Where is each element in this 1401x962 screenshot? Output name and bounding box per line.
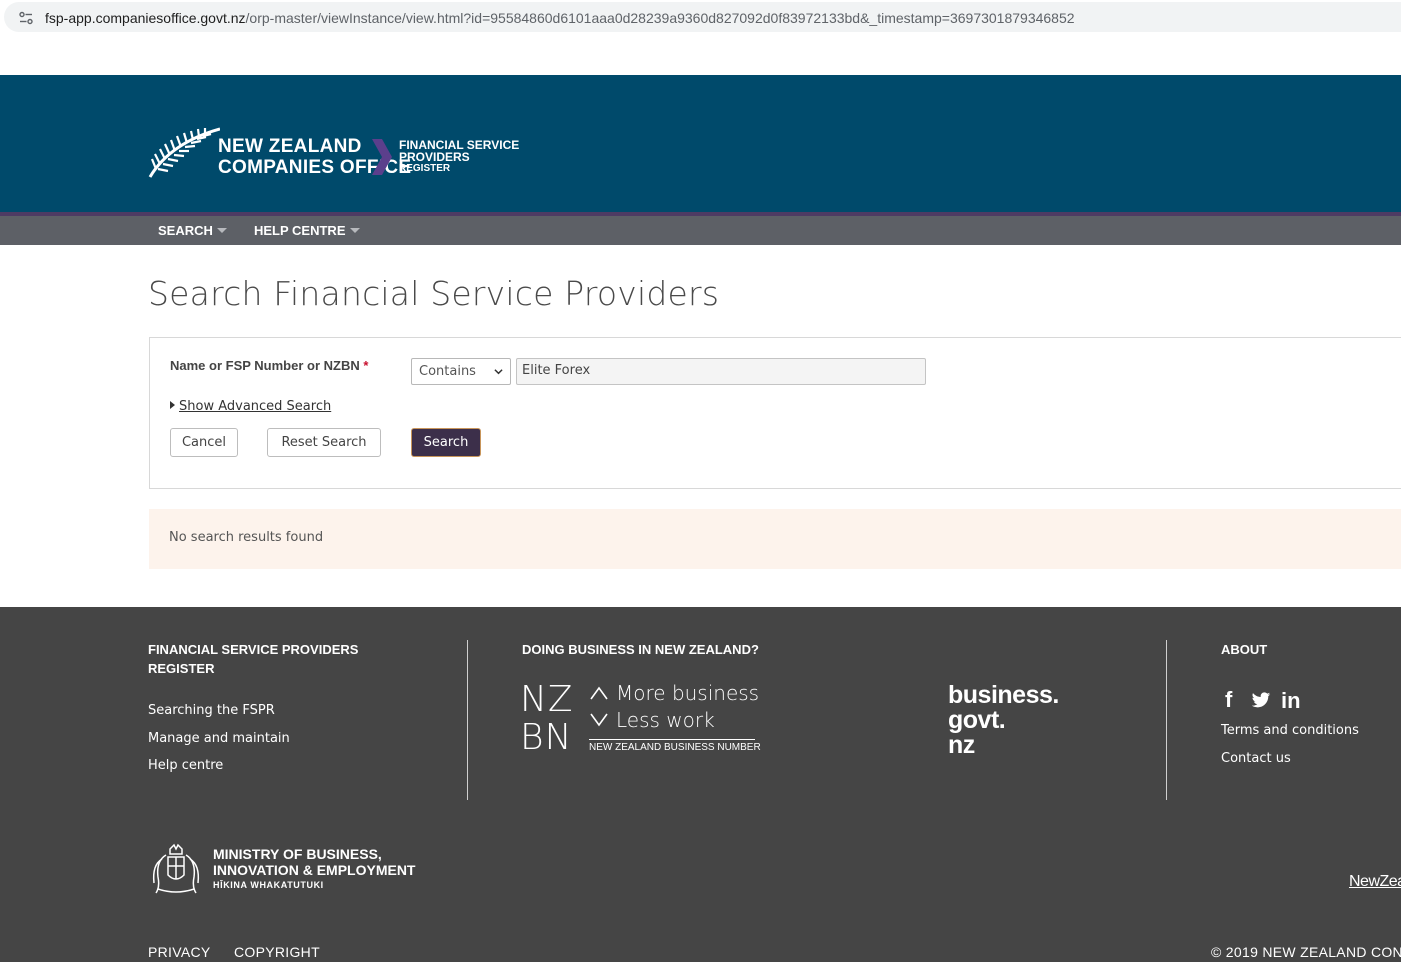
reset-search-button[interactable]: Reset Search xyxy=(267,428,381,457)
results-message-box: No search results found xyxy=(149,509,1401,569)
required-mark: * xyxy=(363,358,369,373)
nz-government-logo[interactable]: NewZea xyxy=(1349,873,1401,891)
silver-fern-icon xyxy=(148,127,220,178)
nav-search[interactable]: SEARCH xyxy=(158,216,227,245)
register-line-2: PROVIDERS xyxy=(399,150,470,164)
footer-divider xyxy=(467,640,468,800)
copyright-notice: © 2019 NEW ZEALAND CON xyxy=(1211,944,1401,960)
linkedin-icon[interactable]: in xyxy=(1281,688,1301,714)
site-info-icon[interactable] xyxy=(18,10,34,26)
search-input[interactable]: Elite Forex xyxy=(516,358,926,385)
no-results-text: No search results found xyxy=(169,530,324,545)
chevron-down-icon xyxy=(494,369,503,375)
mbie-logo-text[interactable]: MINISTRY OF BUSINESS, INNOVATION & EMPLO… xyxy=(213,846,415,892)
mbie-line-2: INNOVATION & EMPLOYMENT xyxy=(213,862,416,878)
caret-right-icon xyxy=(170,401,175,409)
nav-help-centre[interactable]: HELP CENTRE xyxy=(254,216,360,245)
footer-fspr-heading-line-1: FINANCIAL SERVICE PROVIDERS xyxy=(148,642,359,657)
search-field-label: Name or FSP Number or NZBN * xyxy=(170,358,368,373)
footer-link-terms[interactable]: Terms and conditions xyxy=(1221,723,1359,738)
footer-link-manage-maintain[interactable]: Manage and maintain xyxy=(148,731,290,746)
nav-search-label: SEARCH xyxy=(158,223,213,238)
footer-link-help-centre[interactable]: Help centre xyxy=(148,758,223,773)
url-text[interactable]: fsp-app.companiesoffice.govt.nz/orp-mast… xyxy=(45,10,1075,26)
caret-down-outline-icon xyxy=(590,713,608,727)
site-header: NEW ZEALAND COMPANIES OFFICE FINANCIAL S… xyxy=(0,75,1401,212)
caret-down-icon xyxy=(216,228,227,233)
advanced-link-label: Show Advanced Search xyxy=(179,399,332,414)
footer-about-heading: ABOUT xyxy=(1221,642,1268,657)
address-field[interactable]: fsp-app.companiesoffice.govt.nz/orp-mast… xyxy=(4,2,1401,32)
business-govt-nz-logo[interactable]: business. govt. nz xyxy=(948,683,1059,758)
twitter-icon[interactable] xyxy=(1251,692,1271,709)
nzbn-tagline-1: More business xyxy=(616,681,760,705)
nz-coat-of-arms-icon xyxy=(152,843,200,894)
footer-divider xyxy=(1166,640,1167,800)
business-govt-line-3: nz xyxy=(948,731,975,759)
privacy-link[interactable]: PRIVACY xyxy=(148,944,211,960)
nzbn-line-2: BN xyxy=(520,717,573,758)
browser-url-bar: fsp-app.companiesoffice.govt.nz/orp-mast… xyxy=(0,0,1401,34)
register-logo-text: FINANCIAL SERVICE PROVIDERS REGISTER xyxy=(399,139,519,175)
footer-link-contact[interactable]: Contact us xyxy=(1221,751,1291,766)
footer-doing-business-heading: DOING BUSINESS IN NEW ZEALAND? xyxy=(522,642,759,657)
facebook-icon[interactable]: f xyxy=(1225,687,1232,713)
caret-down-icon xyxy=(349,228,360,233)
mbie-line-3: HĪKINA WHAKATUTUKI xyxy=(213,880,324,890)
field-label-text: Name or FSP Number or NZBN xyxy=(170,358,360,373)
show-advanced-search-link[interactable]: Show Advanced Search xyxy=(170,399,331,414)
business-govt-line-2: govt. xyxy=(948,706,1006,734)
copyright-link[interactable]: COPYRIGHT xyxy=(234,944,320,960)
mbie-line-1: MINISTRY OF BUSINESS, xyxy=(213,846,382,862)
footer-fspr-heading: FINANCIAL SERVICE PROVIDERS REGISTER xyxy=(148,640,358,678)
page-title: Search Financial Service Providers xyxy=(148,274,720,313)
footer-fspr-heading-line-2: REGISTER xyxy=(148,661,215,676)
nzbn-tagline-2: Less work xyxy=(616,708,715,732)
search-panel: Name or FSP Number or NZBN * Contains El… xyxy=(149,337,1401,489)
cancel-button[interactable]: Cancel xyxy=(170,428,238,457)
nzbn-subtitle: NEW ZEALAND BUSINESS NUMBER xyxy=(589,739,761,753)
footer-link-searching-fspr[interactable]: Searching the FSPR xyxy=(148,703,275,718)
url-host: fsp-app.companiesoffice.govt.nz xyxy=(45,10,246,26)
main-nav: SEARCH HELP CENTRE xyxy=(0,216,1401,245)
url-path: /orp-master/viewInstance/view.html?id=95… xyxy=(245,10,1075,26)
nav-help-centre-label: HELP CENTRE xyxy=(254,223,346,238)
site-footer: FINANCIAL SERVICE PROVIDERS REGISTER Sea… xyxy=(0,607,1401,962)
match-type-value: Contains xyxy=(419,364,476,379)
caret-up-icon xyxy=(590,686,608,700)
match-type-select[interactable]: Contains xyxy=(411,358,511,385)
search-button[interactable]: Search xyxy=(411,428,481,457)
register-line-3: REGISTER xyxy=(399,163,451,174)
business-govt-line-1: business. xyxy=(948,681,1059,709)
nzbn-line-1: NZ xyxy=(520,679,574,720)
chevron-right-icon xyxy=(372,139,392,175)
